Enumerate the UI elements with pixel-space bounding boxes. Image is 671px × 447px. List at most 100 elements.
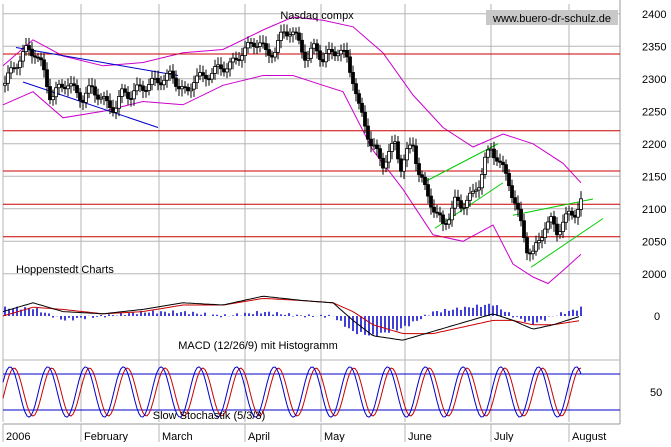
candle-up (213, 66, 217, 74)
candle-down (501, 161, 505, 166)
candle-up (24, 45, 28, 53)
candle-down (429, 195, 433, 208)
candle-up (231, 57, 235, 63)
candle-up (240, 55, 244, 61)
candle-down (30, 48, 34, 57)
candle-down (441, 214, 445, 224)
candle-up (135, 84, 139, 92)
candle-down (39, 57, 43, 61)
x-tick-label: February (84, 431, 129, 442)
candle-up (450, 207, 454, 221)
candle-down (456, 196, 460, 202)
candle-up (192, 82, 196, 90)
candle-down (63, 86, 67, 90)
candle-up (87, 85, 91, 94)
candle-up (21, 51, 25, 62)
candle-down (201, 72, 205, 76)
candle-up (150, 78, 154, 85)
candle-up (540, 237, 544, 241)
chart-title: Nasdaq compx (280, 10, 354, 22)
candle-down (333, 51, 337, 57)
candle-up (228, 61, 232, 70)
candle-up (564, 213, 568, 223)
candle-down (351, 72, 355, 85)
candle-down (78, 92, 82, 101)
candle-down (90, 85, 94, 88)
candle-up (579, 198, 583, 210)
candle-down (555, 223, 559, 236)
candle-up (327, 48, 331, 54)
candle-up (102, 96, 106, 99)
y-tick-label: 2250 (642, 106, 666, 118)
candle-down (138, 84, 142, 87)
candle-up (57, 83, 61, 89)
candle-up (465, 199, 469, 208)
candle-down (129, 98, 133, 100)
candle-down (426, 184, 430, 197)
macd-title: MACD (12/26/9) mit Histogramm (178, 340, 338, 352)
candle-up (153, 77, 157, 80)
macd-zero-label: 0 (654, 311, 660, 323)
x-tick-label: May (324, 431, 345, 442)
candle-down (33, 55, 37, 58)
candle-up (243, 47, 247, 56)
candle-down (177, 86, 181, 90)
candle-down (399, 158, 403, 172)
candle-down (144, 90, 148, 92)
candle-up (210, 72, 214, 80)
candle-up (291, 31, 295, 36)
candle-up (474, 189, 478, 192)
candle-up (561, 221, 565, 233)
hoppenstedt-label: Hoppenstedt Charts (16, 264, 114, 276)
plot-area (3, 4, 620, 422)
candle-down (378, 148, 382, 159)
candle-down (516, 202, 520, 210)
y-tick-label: 2050 (642, 236, 666, 248)
candle-down (294, 31, 298, 34)
candle-down (420, 174, 424, 178)
x-tick-label: August (572, 431, 606, 442)
candle-up (114, 107, 118, 113)
candle-down (318, 50, 322, 60)
candle-down (105, 96, 109, 102)
candle-down (498, 160, 502, 163)
candle-down (354, 83, 358, 95)
candle-down (171, 70, 175, 79)
candle-down (423, 176, 427, 185)
candle-up (384, 161, 388, 169)
candle-down (252, 42, 256, 47)
candle-down (237, 59, 241, 61)
x-tick-label: July (494, 431, 514, 442)
x-tick-label: April (248, 431, 270, 442)
candle-up (534, 242, 538, 252)
y-tick-label: 2000 (642, 269, 666, 281)
candle-down (366, 125, 370, 140)
stoch-title: Slow Stochastik (5/3/3) (153, 410, 266, 422)
candle-up (549, 216, 553, 223)
candle-up (216, 64, 220, 68)
candle-down (48, 86, 52, 101)
candle-down (513, 197, 517, 204)
candle-down (249, 42, 253, 44)
candle-down (261, 42, 265, 45)
candle-up (258, 42, 262, 47)
chart-svg: 2000 2050 2100 2150 2200 2250 2300 2350 2400 0 50 2… (2, 0, 666, 443)
candle-down (72, 83, 76, 86)
candle-up (165, 72, 169, 81)
candle-down (330, 48, 334, 53)
candle-up (309, 47, 313, 59)
candle-up (486, 149, 490, 158)
candle-up (180, 86, 184, 90)
candle-up (198, 72, 202, 77)
candle-up (543, 228, 547, 239)
candle-up (273, 51, 277, 58)
candle-up (288, 34, 292, 37)
candle-up (51, 96, 55, 101)
candle-up (54, 87, 58, 98)
candle-up (195, 75, 199, 84)
candle-down (219, 64, 223, 70)
candle-down (126, 91, 130, 99)
candle-up (387, 151, 391, 163)
candle-down (414, 145, 418, 164)
candle-up (162, 79, 166, 86)
